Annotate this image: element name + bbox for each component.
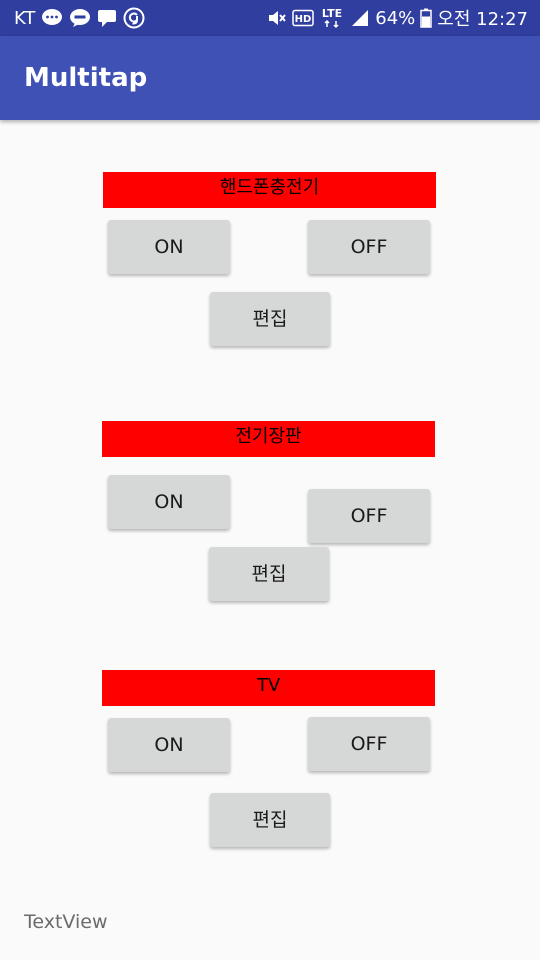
device-label: TV — [102, 670, 435, 706]
edit-button[interactable]: 편집 — [209, 547, 329, 601]
status-left: KT — [14, 0, 145, 36]
edit-button[interactable]: 편집 — [210, 292, 330, 346]
svg-text:LTE: LTE — [322, 7, 342, 20]
g-icon — [123, 7, 145, 29]
off-button[interactable]: OFF — [308, 489, 430, 543]
on-button[interactable]: ON — [108, 220, 230, 274]
status-bar: KT HD LTE 64% 오전 12:27 — [0, 0, 540, 36]
off-button[interactable]: OFF — [308, 717, 430, 771]
lte-icon: LTE — [319, 7, 345, 29]
carrier-label: KT — [14, 7, 36, 29]
on-button[interactable]: ON — [108, 475, 230, 529]
status-time: 오전 12:27 — [437, 9, 528, 30]
hd-icon: HD — [292, 9, 315, 27]
app-title: Multitap — [24, 63, 148, 93]
edit-button[interactable]: 편집 — [210, 793, 330, 847]
battery-icon — [420, 8, 433, 28]
mute-icon — [267, 8, 287, 28]
message-icon — [97, 8, 117, 28]
svg-text:HD: HD — [295, 14, 312, 25]
battery-percentage: 64% — [375, 7, 416, 29]
on-button[interactable]: ON — [108, 718, 230, 772]
app-bar: Multitap — [0, 36, 540, 120]
chat-bubble-icon — [41, 8, 63, 28]
textview: TextView — [24, 911, 108, 933]
off-button[interactable]: OFF — [308, 220, 430, 274]
device-label: 핸드폰충전기 — [103, 172, 436, 208]
status-right: HD LTE 64% 오전 12:27 — [267, 0, 528, 36]
signal-icon — [350, 8, 370, 28]
device-label: 전기장판 — [102, 421, 435, 457]
kakaotalk-icon — [69, 8, 91, 28]
